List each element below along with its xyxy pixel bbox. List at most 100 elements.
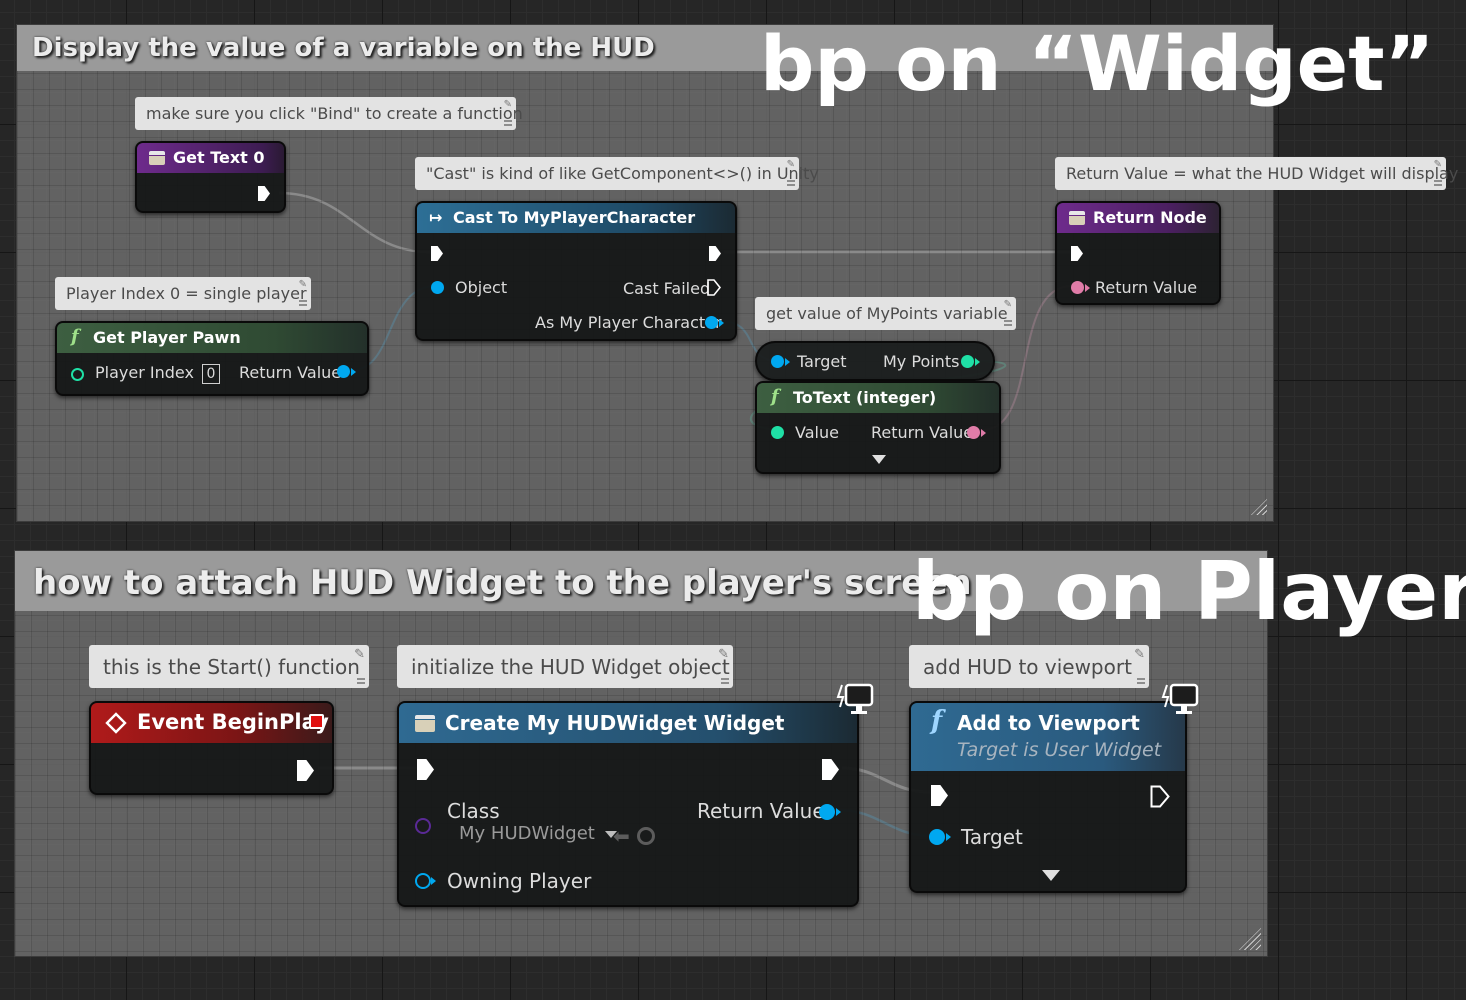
exec-out-pin[interactable] bbox=[297, 760, 314, 781]
node-event-beginplay[interactable]: Event BeginPlay bbox=[89, 701, 334, 795]
function-f-icon: f bbox=[771, 386, 779, 407]
comment-bubble-bind[interactable]: make sure you click "Bind" to create a f… bbox=[135, 97, 523, 130]
resize-grip-icon[interactable] bbox=[1239, 928, 1261, 950]
class-select-value: My HUDWidget bbox=[459, 823, 595, 844]
pin-icon[interactable]: ✎ bbox=[1134, 648, 1145, 661]
expand-arrow-icon[interactable] bbox=[1042, 870, 1060, 881]
object-in-pin[interactable] bbox=[771, 355, 784, 368]
collapse-icon[interactable] bbox=[787, 180, 795, 186]
node-header[interactable]: Event BeginPlay bbox=[91, 703, 332, 743]
node-get-text[interactable]: Get Text 0 bbox=[135, 141, 286, 213]
comment-bubble-init[interactable]: initialize the HUD Widget object ✎ bbox=[397, 645, 733, 688]
pin-label-target: Target bbox=[961, 825, 1023, 849]
class-in-pin[interactable] bbox=[415, 818, 431, 834]
pin-label-cast-failed: Cast Failed bbox=[623, 279, 711, 298]
comment-bubble-mypoints[interactable]: get value of MyPoints variable ✎ bbox=[755, 297, 1016, 330]
function-f-icon: f bbox=[71, 326, 79, 347]
class-select[interactable]: My HUDWidget bbox=[459, 823, 617, 844]
object-out-pin[interactable] bbox=[819, 804, 835, 820]
pin-icon[interactable]: ✎ bbox=[787, 160, 795, 170]
int-in-pin[interactable] bbox=[771, 426, 784, 439]
client-only-monitor-icon bbox=[836, 683, 874, 714]
pin-label-return-value: Return Value bbox=[871, 423, 974, 442]
collapse-icon[interactable] bbox=[504, 120, 512, 126]
exec-cast-failed-pin[interactable] bbox=[707, 279, 721, 296]
node-get-player-pawn[interactable]: f Get Player Pawn Player Index 0 Return … bbox=[55, 321, 369, 396]
node-totext[interactable]: f ToText (integer) Value Return Value bbox=[755, 381, 1001, 474]
bubble-text: initialize the HUD Widget object bbox=[411, 655, 730, 679]
comment-bubble-player-index[interactable]: Player Index 0 = single player ✎ bbox=[55, 277, 311, 310]
use-selected-arrow-icon[interactable]: ⬅ bbox=[613, 824, 630, 848]
text-in-pin[interactable] bbox=[1071, 281, 1084, 294]
pin-icon[interactable]: ✎ bbox=[299, 280, 307, 290]
delegate-pin-icon[interactable] bbox=[309, 714, 324, 729]
node-header[interactable]: f ToText (integer) bbox=[757, 383, 999, 413]
exec-out-pin[interactable] bbox=[822, 759, 839, 780]
pin-label-value: Value bbox=[795, 423, 839, 442]
node-header[interactable]: Return Node bbox=[1057, 203, 1219, 233]
pin-label-object: Object bbox=[455, 278, 508, 297]
pin-icon[interactable]: ✎ bbox=[504, 100, 512, 110]
pin-label-as-character: As My Player Character bbox=[535, 313, 722, 332]
comment-bubble-viewport[interactable]: add HUD to viewport ✎ bbox=[909, 645, 1149, 688]
player-index-input[interactable]: 0 bbox=[202, 363, 221, 384]
object-in-pin[interactable] bbox=[415, 873, 431, 889]
collapse-icon[interactable] bbox=[1137, 678, 1145, 684]
pin-label-my-points: My Points bbox=[883, 352, 960, 371]
node-header[interactable]: ↦ Cast To MyPlayerCharacter bbox=[417, 203, 735, 233]
node-cast[interactable]: ↦ Cast To MyPlayerCharacter Object Cast … bbox=[415, 201, 737, 341]
exec-in-pin[interactable] bbox=[1071, 246, 1083, 261]
node-return[interactable]: Return Node Return Value bbox=[1055, 201, 1221, 305]
bubble-text: add HUD to viewport bbox=[923, 655, 1132, 679]
cast-arrow-icon: ↦ bbox=[429, 208, 443, 227]
big-label-player: bp on Player bbox=[912, 545, 1466, 638]
node-header[interactable]: Create My HUDWidget Widget bbox=[399, 703, 857, 743]
int-out-pin[interactable] bbox=[961, 355, 974, 368]
comment-bubble-start[interactable]: this is the Start() function ✎ bbox=[89, 645, 369, 688]
collapse-icon[interactable] bbox=[1004, 320, 1012, 326]
exec-out-pin[interactable] bbox=[1150, 785, 1170, 808]
collapse-icon[interactable] bbox=[721, 678, 729, 684]
bubble-text: Return Value = what the HUD Widget will … bbox=[1066, 164, 1459, 183]
node-get-mypoints[interactable]: Target My Points bbox=[755, 341, 995, 381]
node-title: Return Node bbox=[1093, 208, 1207, 227]
node-header[interactable]: Get Text 0 bbox=[137, 143, 284, 173]
node-header[interactable]: f Add to Viewport Target is User Widget bbox=[911, 703, 1185, 771]
node-header[interactable]: f Get Player Pawn bbox=[57, 323, 367, 353]
bubble-text: this is the Start() function bbox=[103, 655, 360, 679]
collapse-icon[interactable] bbox=[299, 300, 307, 306]
pin-icon[interactable]: ✎ bbox=[1004, 300, 1012, 310]
object-out-pin[interactable] bbox=[705, 316, 718, 329]
comment-bubble-return[interactable]: Return Value = what the HUD Widget will … bbox=[1055, 157, 1458, 190]
comment-bubble-cast[interactable]: "Cast" is kind of like GetComponent<>() … bbox=[415, 157, 819, 190]
node-subtitle: Target is User Widget bbox=[957, 739, 1162, 761]
big-label-widget: bp on “Widget” bbox=[760, 19, 1435, 108]
pin-icon[interactable]: ✎ bbox=[1434, 160, 1442, 170]
node-title: Add to Viewport bbox=[957, 711, 1140, 735]
pin-icon[interactable]: ✎ bbox=[354, 648, 365, 661]
function-entry-icon bbox=[1069, 211, 1085, 225]
text-out-pin[interactable] bbox=[967, 426, 980, 439]
exec-in-pin[interactable] bbox=[417, 759, 434, 780]
collapse-icon[interactable] bbox=[1434, 180, 1442, 186]
exec-out-pin[interactable] bbox=[258, 186, 270, 201]
pin-arrow bbox=[785, 358, 790, 366]
expand-arrow-icon[interactable] bbox=[872, 455, 886, 464]
pin-label-owning-player: Owning Player bbox=[447, 869, 592, 893]
node-add-to-viewport[interactable]: f Add to Viewport Target is User Widget … bbox=[909, 701, 1187, 893]
exec-in-pin[interactable] bbox=[931, 785, 948, 806]
resize-grip-icon[interactable] bbox=[1251, 499, 1267, 515]
object-in-pin[interactable] bbox=[929, 829, 945, 845]
collapse-icon[interactable] bbox=[357, 678, 365, 684]
exec-out-pin[interactable] bbox=[709, 246, 721, 261]
object-in-pin[interactable] bbox=[431, 281, 444, 294]
exec-in-pin[interactable] bbox=[431, 246, 443, 261]
pin-icon[interactable]: ✎ bbox=[718, 648, 729, 661]
function-entry-icon bbox=[415, 715, 435, 732]
node-title: ToText (integer) bbox=[793, 388, 937, 407]
bubble-text: make sure you click "Bind" to create a f… bbox=[146, 104, 523, 123]
object-out-pin[interactable] bbox=[337, 365, 350, 378]
int-in-pin[interactable] bbox=[71, 368, 84, 381]
node-create-widget[interactable]: Create My HUDWidget Widget Class My HUDW… bbox=[397, 701, 859, 907]
browse-search-icon[interactable] bbox=[637, 827, 655, 845]
